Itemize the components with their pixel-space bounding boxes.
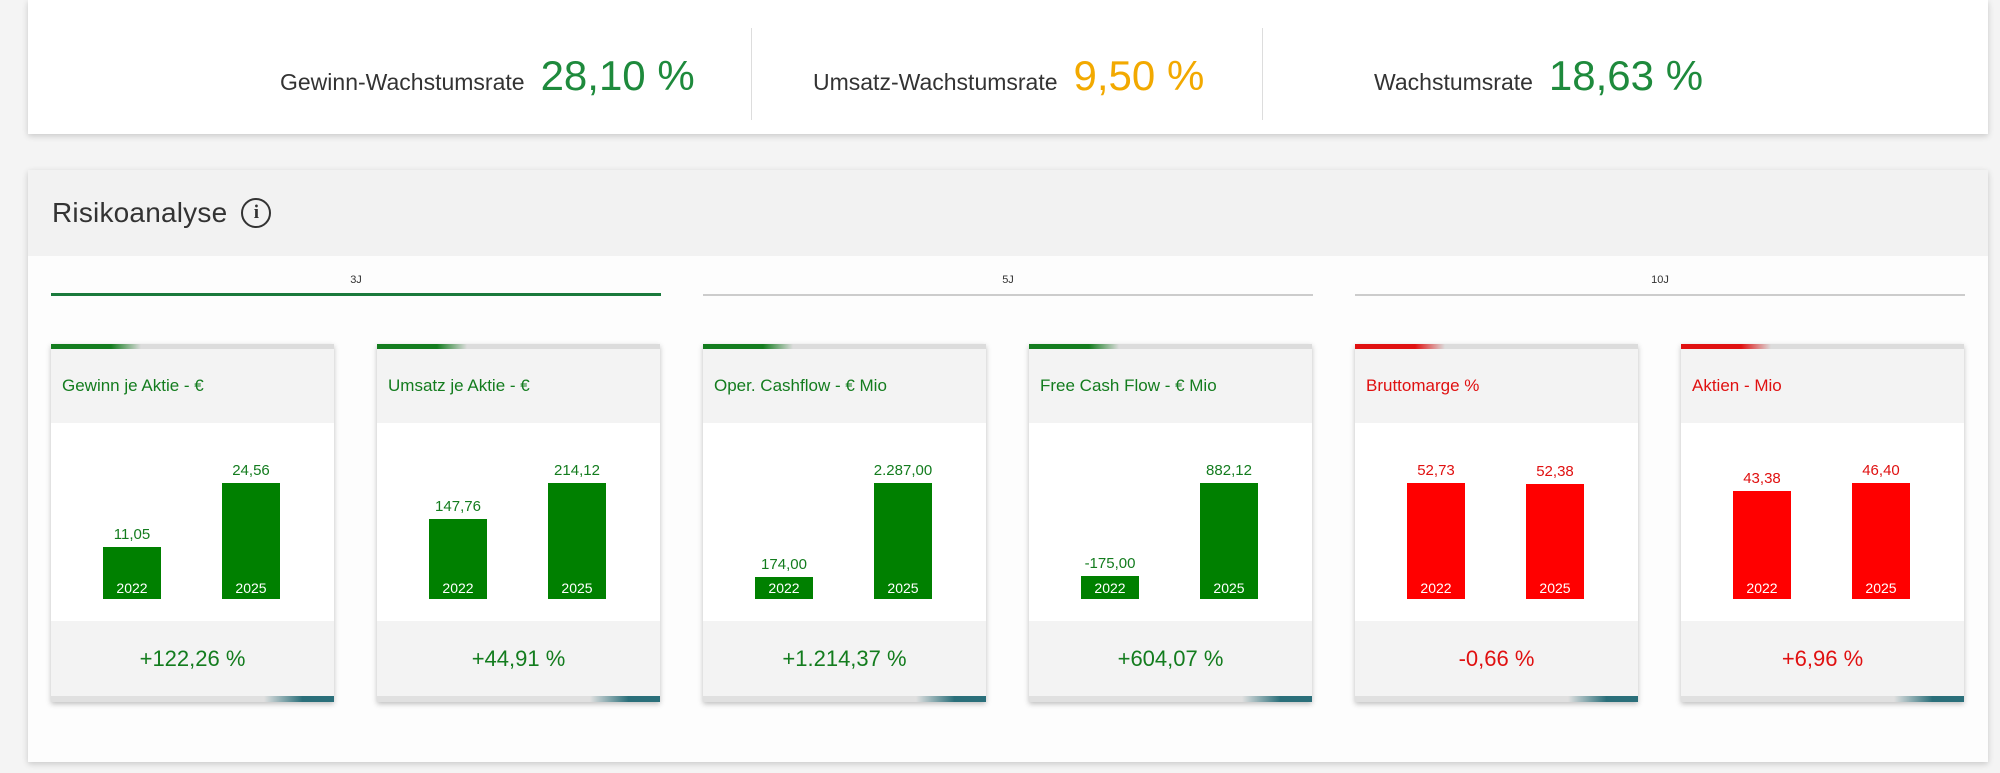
card-bottom-bar [377, 696, 660, 702]
bar-value-label: 214,12 [554, 462, 600, 479]
bar-2025[interactable]: 2025 [1852, 483, 1910, 599]
info-icon[interactable]: i [241, 198, 272, 228]
tab-3j-underline [51, 293, 661, 296]
bar-2022[interactable]: 2022 [1733, 491, 1791, 599]
bar-value-label: 52,73 [1417, 462, 1455, 479]
bar-2022[interactable]: 2022 [103, 547, 161, 599]
bar-2025[interactable]: 2025 [1200, 483, 1258, 599]
card-title: Aktien - Mio [1681, 349, 1964, 423]
bar-2025[interactable]: 2025 [874, 483, 932, 599]
bar-value-label: -175,00 [1084, 555, 1136, 572]
bar-year-label: 2025 [235, 580, 267, 596]
card-title: Free Cash Flow - € Mio [1029, 349, 1312, 423]
card-title: Umsatz je Aktie - € [377, 349, 660, 423]
bar-value-label: 46,40 [1862, 462, 1900, 479]
card-chart: 2022 174,00 2025 2.287,00 [703, 423, 986, 621]
growth-panel: Gewinn-Wachstumsrate 28,10 % Umsatz-Wach… [28, 0, 1988, 134]
card-chart: 2022 52,73 2025 52,38 [1355, 423, 1638, 621]
bar-2025[interactable]: 2025 [548, 483, 606, 599]
card-bottom-bar [1355, 696, 1638, 702]
metric-card[interactable]: Free Cash Flow - € Mio 2022 -175,00 2025 882… [1029, 344, 1312, 702]
bar-2022[interactable]: 2022 [1081, 576, 1139, 599]
card-chart: 2022 43,38 2025 46,40 [1681, 423, 1964, 621]
bar-year-label: 2025 [887, 580, 919, 596]
bar-2025[interactable]: 2025 [222, 483, 280, 599]
bar-value-label: 2.287,00 [873, 462, 933, 479]
card-change-value: +122,26 % [51, 621, 334, 696]
bar-year-label: 2022 [1094, 580, 1126, 596]
divider [1262, 28, 1263, 120]
card-bottom-bar [1029, 696, 1312, 702]
metric-card[interactable]: Aktien - Mio 2022 43,38 2025 46,40 +6,96 % [1681, 344, 1964, 702]
risk-header: Risikoanalyse i [28, 170, 1988, 256]
card-chart: 2022 -175,00 2025 882,12 [1029, 423, 1312, 621]
card-title: Oper. Cashflow - € Mio [703, 349, 986, 423]
bar-value-label: 43,38 [1743, 470, 1781, 487]
bar-year-label: 2022 [768, 580, 800, 596]
card-bottom-bar [703, 696, 986, 702]
bar-year-label: 2025 [1213, 580, 1245, 596]
revenue-growth-rate: Umsatz-Wachstumsrate 9,50 % [813, 52, 1204, 102]
bar-value-label: 147,76 [435, 498, 481, 515]
card-change-value: +6,96 % [1681, 621, 1964, 696]
growth-label: Umsatz-Wachstumsrate [813, 69, 1058, 95]
tab-5j-underline [703, 294, 1313, 296]
bar-value-label: 11,05 [113, 526, 151, 543]
growth-label: Gewinn-Wachstumsrate [280, 69, 525, 95]
risk-analysis-panel: Risikoanalyse i 3J 5J 10J Gewinn je Akti… [28, 170, 1988, 762]
growth-value: 9,50 % [1073, 52, 1205, 99]
bar-year-label: 2022 [1746, 580, 1778, 596]
bar-2022[interactable]: 2022 [755, 577, 813, 599]
tab-10j-underline [1355, 294, 1965, 296]
bar-year-label: 2025 [561, 580, 593, 596]
card-change-value: +604,07 % [1029, 621, 1312, 696]
profit-growth-rate: Gewinn-Wachstumsrate 28,10 % [280, 52, 695, 102]
metric-card[interactable]: Umsatz je Aktie - € 2022 147,76 2025 214,12 +… [377, 344, 660, 702]
bar-value-label: 882,12 [1206, 462, 1252, 479]
bar-value-label: 52,38 [1536, 463, 1574, 480]
bar-2022[interactable]: 2022 [429, 519, 487, 599]
bar-2022[interactable]: 2022 [1407, 483, 1465, 599]
divider [751, 28, 752, 120]
card-change-value: +1.214,37 % [703, 621, 986, 696]
card-title: Gewinn je Aktie - € [51, 349, 334, 423]
card-chart: 2022 11,05 2025 24,56 [51, 423, 334, 621]
metric-card[interactable]: Bruttomarge % 2022 52,73 2025 52,38 -0,66 % [1355, 344, 1638, 702]
bar-value-label: 24,56 [232, 462, 270, 479]
growth-value: 18,63 % [1548, 52, 1704, 99]
tab-5j[interactable]: 5J [703, 274, 1313, 296]
growth-value: 28,10 % [540, 52, 695, 99]
bar-year-label: 2025 [1865, 580, 1897, 596]
card-chart: 2022 147,76 2025 214,12 [377, 423, 660, 621]
bar-value-label: 174,00 [761, 556, 807, 573]
card-title: Bruttomarge % [1355, 349, 1638, 423]
bar-2025[interactable]: 2025 [1526, 484, 1584, 599]
card-bottom-bar [51, 696, 334, 702]
section-title: Risikoanalyse [52, 197, 228, 228]
bar-year-label: 2022 [1420, 580, 1452, 596]
card-change-value: -0,66 % [1355, 621, 1638, 696]
bar-year-label: 2025 [1539, 580, 1571, 596]
tab-10j[interactable]: 10J [1355, 274, 1965, 296]
growth-label: Wachstumsrate [1374, 69, 1533, 95]
metric-card[interactable]: Oper. Cashflow - € Mio 2022 174,00 2025 2.28… [703, 344, 986, 702]
card-change-value: +44,91 % [377, 621, 660, 696]
metric-card[interactable]: Gewinn je Aktie - € 2022 11,05 2025 24,56 +12… [51, 344, 334, 702]
bar-year-label: 2022 [116, 580, 148, 596]
overall-growth-rate: Wachstumsrate 18,63 % [1374, 52, 1703, 102]
bar-year-label: 2022 [442, 580, 474, 596]
card-bottom-bar [1681, 696, 1964, 702]
